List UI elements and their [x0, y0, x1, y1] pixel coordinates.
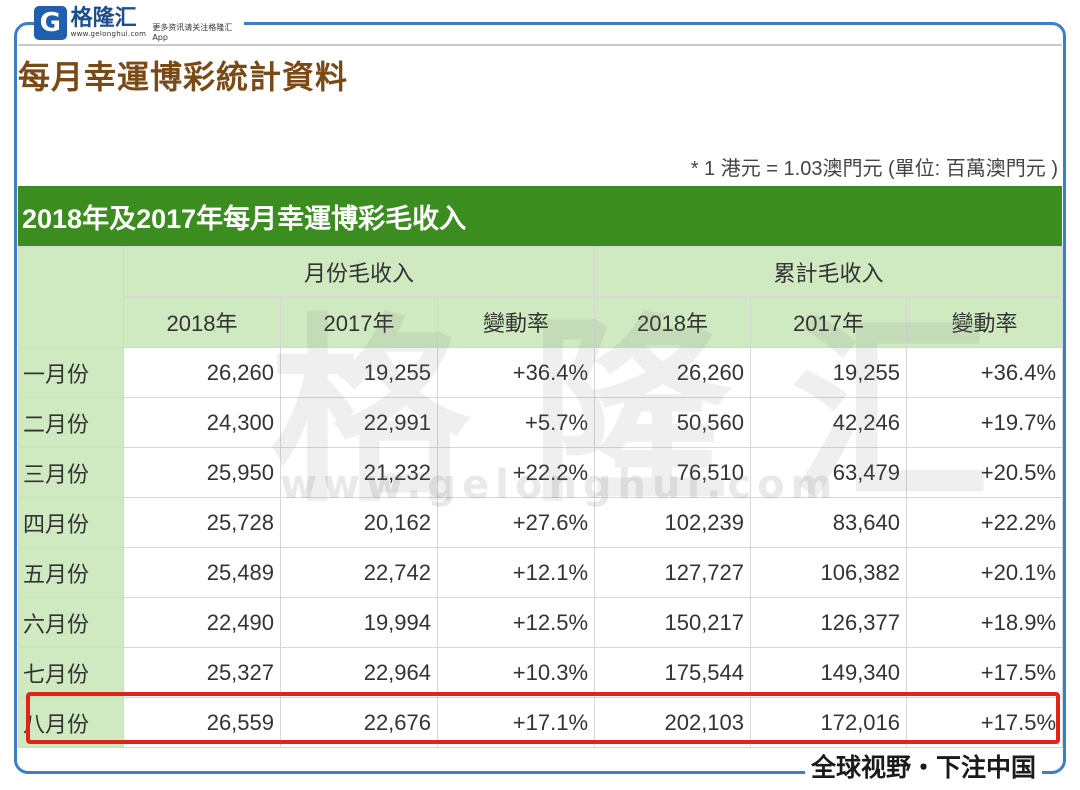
footer-slogan: 全球视野・下注中国 [804, 748, 1042, 784]
brand-name: 格隆汇 [70, 6, 137, 31]
corner-cell [18, 246, 124, 348]
table-title: 2018年及2017年每月幸運博彩毛收入 [18, 186, 1062, 246]
table-cell: 22,490 [123, 597, 281, 648]
table-row: 二月份 24,300 22,991 +5.7% 50,560 42,246 +1… [18, 397, 1064, 448]
table-cell: 42,246 [750, 397, 908, 448]
table-cell: 127,727 [594, 547, 752, 598]
table-cell: +19.7% [906, 397, 1064, 448]
table-cell: 19,994 [280, 597, 438, 648]
table-cell: +12.1% [436, 547, 596, 598]
table-row: 五月份 25,489 22,742 +12.1% 127,727 106,382… [18, 547, 1064, 598]
table-cell: 25,728 [123, 497, 281, 548]
month-label: 三月份 [18, 447, 124, 498]
col-header: 2017年 [280, 296, 438, 348]
month-label: 二月份 [18, 397, 124, 448]
table-cell: 20,162 [280, 497, 438, 548]
group-header-monthly: 月份毛收入 [122, 246, 596, 297]
table-cell: 19,255 [280, 347, 438, 398]
table-cell: 25,950 [123, 447, 281, 498]
table-cell: +22.2% [436, 447, 596, 498]
table-cell: 175,544 [594, 647, 752, 698]
table-cell: 50,560 [594, 397, 752, 448]
page-title: 每月幸運博彩統計資料 [18, 58, 349, 96]
table-cell: +12.5% [436, 597, 596, 648]
col-header: 變動率 [436, 296, 596, 348]
table-cell: +10.3% [436, 647, 596, 698]
table-cell: +18.9% [906, 597, 1064, 648]
header-divider [18, 44, 1062, 46]
month-label: 八月份 [18, 697, 124, 748]
table-cell: 26,559 [123, 697, 281, 748]
table-cell: 26,260 [594, 347, 752, 398]
group-header-cumulative: 累計毛收入 [594, 246, 1064, 297]
logo-text: 格隆汇 www.gelonghui.com [70, 6, 147, 39]
table-cell: +17.5% [906, 647, 1064, 698]
table-row: 四月份 25,728 20,162 +27.6% 102,239 83,640 … [18, 497, 1064, 548]
table-cell: 26,260 [123, 347, 281, 398]
table-cell: +20.1% [906, 547, 1064, 598]
col-header: 變動率 [906, 296, 1064, 348]
table-cell: 106,382 [750, 547, 908, 598]
table-cell: 76,510 [594, 447, 752, 498]
month-label: 七月份 [18, 647, 124, 698]
month-label: 五月份 [18, 547, 124, 598]
table-cell: +17.5% [906, 697, 1064, 748]
table-cell: 149,340 [750, 647, 908, 698]
table-cell: +36.4% [906, 347, 1064, 398]
month-label: 四月份 [18, 497, 124, 548]
month-label: 一月份 [18, 347, 124, 398]
table-row-highlighted: 八月份 26,559 22,676 +17.1% 202,103 172,016… [18, 697, 1064, 748]
table-cell: 22,742 [280, 547, 438, 598]
table-cell: 126,377 [750, 597, 908, 648]
currency-note: * 1 港元 = 1.03澳門元 (單位: 百萬澳門元 ) [690, 158, 1058, 180]
col-header: 2018年 [594, 296, 752, 348]
table-cell: 63,479 [750, 447, 908, 498]
table-row: 七月份 25,327 22,964 +10.3% 175,544 149,340… [18, 647, 1064, 698]
table-cell: 102,239 [594, 497, 752, 548]
table-cell: +22.2% [906, 497, 1064, 548]
table-cell: +27.6% [436, 497, 596, 548]
table-cell: 22,964 [280, 647, 438, 698]
table-cell: +5.7% [436, 397, 596, 448]
table-cell: 25,489 [123, 547, 281, 598]
group-header-row: 月份毛收入 累計毛收入 [18, 246, 1064, 348]
table-cell: 150,217 [594, 597, 752, 648]
table-cell: 172,016 [750, 697, 908, 748]
table-cell: +17.1% [436, 697, 596, 748]
brand-logo: G 格隆汇 www.gelonghui.com 更多资讯请关注格隆汇App [34, 4, 244, 42]
logo-g-icon: G [34, 6, 67, 40]
brand-tagline: 更多资讯请关注格隆汇App [152, 23, 233, 42]
table-cell: 24,300 [123, 397, 281, 448]
col-header: 2017年 [750, 296, 908, 348]
table-row: 三月份 25,950 21,232 +22.2% 76,510 63,479 +… [18, 447, 1064, 498]
col-header: 2018年 [123, 296, 281, 348]
table-cell: 202,103 [594, 697, 752, 748]
table-cell: +36.4% [436, 347, 596, 398]
table-cell: 22,676 [280, 697, 438, 748]
revenue-table: 月份毛收入 累計毛收入 2018年 2017年 變動率 2018年 2017年 … [18, 246, 1064, 748]
month-label: 六月份 [18, 597, 124, 648]
table-cell: +20.5% [906, 447, 1064, 498]
table-cell: 19,255 [750, 347, 908, 398]
table-row: 六月份 22,490 19,994 +12.5% 150,217 126,377… [18, 597, 1064, 648]
sub-header-row: 2018年 2017年 變動率 2018年 2017年 變動率 [19, 296, 1064, 348]
table-cell: 22,991 [280, 397, 438, 448]
table-cell: 83,640 [750, 497, 908, 548]
table-cell: 21,232 [280, 447, 438, 498]
table-row: 一月份 26,260 19,255 +36.4% 26,260 19,255 +… [18, 347, 1064, 398]
brand-url: www.gelonghui.com [70, 30, 147, 38]
table-cell: 25,327 [123, 647, 281, 698]
